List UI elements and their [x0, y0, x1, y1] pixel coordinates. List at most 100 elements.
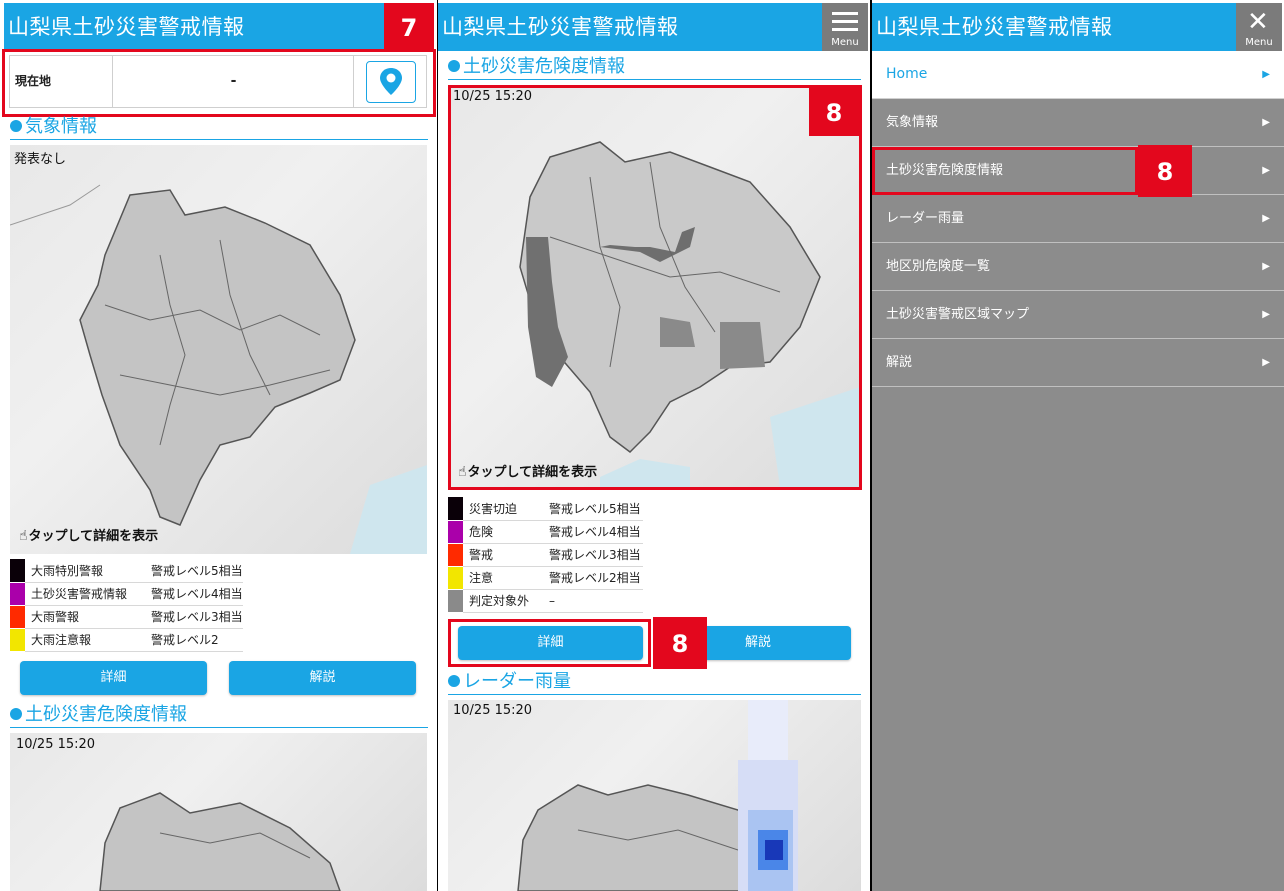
- legend-level: 警戒レベル2相当: [543, 566, 643, 590]
- nav-item-hazard-map[interactable]: 土砂災害警戒区域マップ ▶: [872, 291, 1284, 339]
- legend-row: 危険 警戒レベル4相当: [448, 520, 643, 544]
- nav-item-home[interactable]: Home ▶: [872, 51, 1284, 99]
- close-menu-button[interactable]: ✕ Menu: [1236, 3, 1282, 51]
- panel-weather-info: 山梨県土砂災害警戒情報 7 現在地 - 気象情報 発表なし ☝タップして詳細を表…: [0, 0, 437, 891]
- nav-item-district-list[interactable]: 地区別危険度一覧 ▶: [872, 243, 1284, 291]
- legend-row: 大雨特別警報 警戒レベル5相当: [10, 559, 243, 583]
- legend-level: 警戒レベル3相当: [145, 605, 243, 629]
- play-arrow-icon: ▶: [1262, 357, 1270, 368]
- weather-map[interactable]: 発表なし ☝タップして詳細を表示: [10, 145, 427, 554]
- hamburger-icon: [832, 12, 858, 32]
- legend-row: 大雨注意報 警戒レベル2: [10, 628, 243, 652]
- legend-name: 大雨注意報: [25, 628, 145, 652]
- app-title: 山梨県土砂災害警戒情報: [442, 15, 679, 39]
- legend-level: 警戒レベル4相当: [543, 520, 643, 544]
- nav-item-label: 気象情報: [886, 115, 939, 130]
- risk-section-title: 土砂災害危険度情報: [448, 56, 861, 80]
- nav-item-label: Home: [886, 66, 928, 82]
- callout-8: 8: [1138, 145, 1192, 197]
- bullet-dot: [448, 60, 460, 72]
- legend-swatch: [448, 543, 463, 567]
- legend-name: 災害切迫: [463, 497, 543, 521]
- legend-swatch: [10, 605, 25, 629]
- weather-detail-button[interactable]: 詳細: [20, 661, 207, 695]
- legend-name: 危険: [463, 520, 543, 544]
- radar-section-title: レーダー雨量: [448, 671, 861, 695]
- legend-swatch: [10, 628, 25, 652]
- nav-item-label: 解説: [886, 355, 913, 370]
- menu-caption: Menu: [1245, 37, 1273, 48]
- callout-box-detail-button: [448, 619, 651, 667]
- legend-swatch: [10, 559, 25, 583]
- legend-swatch: [10, 582, 25, 606]
- legend-name: 警戒: [463, 543, 543, 567]
- risk-section-title: 土砂災害危険度情報: [10, 704, 428, 728]
- legend-level: 警戒レベル4相当: [145, 582, 243, 606]
- yamanashi-map-graphic: [99, 792, 341, 891]
- risk-legend: 災害切迫 警戒レベル5相当 危険 警戒レベル4相当 警戒 警戒レベル3相当 注意…: [448, 497, 643, 613]
- legend-swatch: [448, 589, 463, 613]
- radar-map-preview[interactable]: 10/25 15:20: [448, 700, 861, 891]
- callout-7: 7: [384, 3, 434, 51]
- app-header: 山梨県土砂災害警戒情報: [872, 3, 1236, 51]
- location-value: -: [114, 56, 354, 107]
- bullet-dot: [10, 120, 22, 132]
- hand-pointer-icon: ☝: [19, 528, 28, 544]
- app-title: 山梨県土砂災害警戒情報: [8, 15, 245, 39]
- legend-name: 大雨特別警報: [25, 559, 145, 583]
- legend-row: 大雨警報 警戒レベル3相当: [10, 605, 243, 629]
- panel-nav-menu: 山梨県土砂災害警戒情報 ✕ Menu Home ▶ 気象情報 ▶ 土砂災害危険度情報…: [872, 0, 1284, 891]
- play-arrow-icon: ▶: [1262, 213, 1270, 224]
- legend-name: 大雨警報: [25, 605, 145, 629]
- legend-row: 災害切迫 警戒レベル5相当: [448, 497, 643, 521]
- radar-map-graphic: [517, 700, 798, 891]
- bullet-dot: [10, 708, 22, 720]
- legend-name: 判定対象外: [463, 589, 543, 613]
- tap-note: ☝タップして詳細を表示: [19, 528, 159, 544]
- risk-timestamp: 10/25 15:20: [16, 737, 96, 752]
- legend-level: 警戒レベル5相当: [145, 559, 243, 583]
- legend-level: 警戒レベル5相当: [543, 497, 643, 521]
- legend-level: 警戒レベル2: [145, 628, 243, 652]
- locate-button[interactable]: [366, 61, 416, 103]
- legend-name: 注意: [463, 566, 543, 590]
- legend-level: –: [543, 589, 643, 613]
- current-location-box: 現在地 -: [9, 55, 427, 108]
- close-icon: ✕: [1247, 7, 1269, 37]
- legend-swatch: [448, 520, 463, 544]
- callout-box-risk-map: [448, 85, 862, 490]
- callout-box-nav-risk: [872, 147, 1138, 195]
- nav-item-weather[interactable]: 気象情報 ▶: [872, 99, 1284, 147]
- weather-section-title: 気象情報: [10, 116, 428, 140]
- nav-item-label: 土砂災害警戒区域マップ: [886, 307, 1030, 322]
- legend-name: 土砂災害警戒情報: [25, 582, 145, 606]
- weather-map-status: 発表なし: [14, 152, 67, 167]
- callout-8: 8: [653, 617, 707, 669]
- play-arrow-icon: ▶: [1262, 165, 1270, 176]
- nav-item-radar[interactable]: レーダー雨量 ▶: [872, 195, 1284, 243]
- nav-item-explain[interactable]: 解説 ▶: [872, 339, 1284, 387]
- app-header: 山梨県土砂災害警戒情報: [438, 3, 824, 51]
- legend-swatch: [448, 566, 463, 590]
- legend-row: 警戒 警戒レベル3相当: [448, 543, 643, 567]
- callout-8: 8: [809, 88, 859, 136]
- radar-timestamp: 10/25 15:20: [453, 703, 533, 718]
- yamanashi-map-graphic: [10, 184, 427, 554]
- risk-map-preview[interactable]: 10/25 15:20: [10, 733, 427, 891]
- legend-row: 判定対象外 –: [448, 589, 643, 613]
- play-arrow-icon: ▶: [1262, 261, 1270, 272]
- nav-item-label: レーダー雨量: [886, 211, 965, 226]
- legend-level: 警戒レベル3相当: [543, 543, 643, 567]
- location-label: 現在地: [10, 56, 113, 107]
- weather-explain-button[interactable]: 解説: [229, 661, 416, 695]
- legend-row: 注意 警戒レベル2相当: [448, 566, 643, 590]
- menu-button[interactable]: Menu: [822, 3, 868, 51]
- play-arrow-icon: ▶: [1262, 117, 1270, 128]
- map-pin-icon: [380, 68, 402, 95]
- nav-item-label: 地区別危険度一覧: [886, 259, 991, 274]
- app-header: 山梨県土砂災害警戒情報: [4, 3, 434, 51]
- panel-risk-info: 山梨県土砂災害警戒情報 Menu 土砂災害危険度情報 10/25 15:20 ☝…: [438, 0, 871, 891]
- app-title: 山梨県土砂災害警戒情報: [876, 15, 1113, 39]
- play-arrow-icon: ▶: [1262, 69, 1270, 80]
- bullet-dot: [448, 675, 460, 687]
